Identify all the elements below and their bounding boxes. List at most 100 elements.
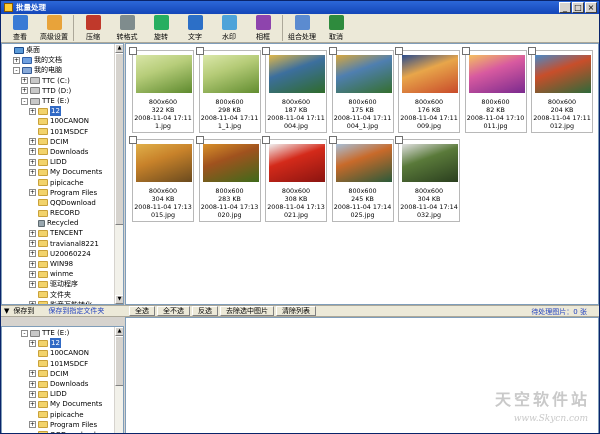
thumbnail-card[interactable]: 800x600 204 KB 2008-11-04 17:11 012.jpg <box>528 47 593 133</box>
tree-item[interactable]: + DCIM <box>5 369 123 379</box>
thumbnail-checkbox[interactable] <box>395 47 403 55</box>
thumbnail-card[interactable]: 800x600 175 KB 2008-11-04 17:11 004_1.jpg <box>328 47 394 133</box>
scroll-up-arrow-icon[interactable]: ▲ <box>115 44 123 53</box>
tree-item[interactable]: + winme <box>5 269 123 279</box>
tree-item[interactable]: +12 <box>5 106 123 117</box>
action-button-1[interactable]: 全不选 <box>157 306 190 316</box>
action-button-2[interactable]: 反选 <box>192 306 218 316</box>
tree-item[interactable]: 文件夹 <box>5 290 123 300</box>
expand-icon[interactable]: + <box>29 229 36 237</box>
expand-icon[interactable]: + <box>29 168 36 176</box>
thumbnail-checkbox[interactable] <box>461 47 470 55</box>
tree-item[interactable]: QQDownload <box>5 430 123 433</box>
tree-item[interactable]: - TTE (E:) <box>5 328 123 338</box>
tree-item[interactable]: pipicache <box>5 177 123 187</box>
tree-item[interactable]: 桌面 <box>5 45 123 55</box>
thumbnail-card[interactable]: 800x600 304 KB 2008-11-04 17:13 015.jpg <box>129 136 194 222</box>
tree-item[interactable]: + 我的文档 <box>5 55 123 65</box>
expand-icon[interactable]: + <box>29 158 36 166</box>
expand-icon[interactable]: + <box>29 380 36 388</box>
tree-item[interactable]: + TTC (C:) <box>5 76 123 86</box>
close-button[interactable]: × <box>585 2 597 13</box>
expand-icon[interactable]: + <box>29 280 36 288</box>
tree-item[interactable]: + travianal8221 <box>5 239 123 249</box>
tree-item[interactable]: + Program Files <box>5 188 123 198</box>
toolbar-button-5[interactable]: 文字 <box>178 14 212 42</box>
tree-item[interactable]: + Downloads <box>5 379 123 389</box>
thumbnail-checkbox[interactable] <box>129 47 137 55</box>
thumbnail-card[interactable]: 800x600 245 KB 2008-11-04 17:14 025.jpg <box>328 136 394 222</box>
tree-item[interactable]: - 我的电脑 <box>5 65 123 75</box>
expand-icon[interactable]: + <box>13 56 20 64</box>
expand-icon[interactable]: + <box>29 138 36 146</box>
thumbnail-checkbox[interactable] <box>262 47 270 55</box>
expand-icon[interactable]: + <box>29 370 36 378</box>
expand-icon[interactable]: + <box>29 421 36 429</box>
toolbar-button-4[interactable]: 旋转 <box>144 14 178 42</box>
toolbar-button-8[interactable]: 组合处理 <box>285 14 319 42</box>
thumbnail-card[interactable]: 800x600 308 KB 2008-11-04 17:13 021.jpg <box>262 136 327 222</box>
tree-item[interactable]: + 驱动程序 <box>5 279 123 289</box>
expand-icon[interactable]: + <box>29 250 36 258</box>
expand-icon[interactable]: + <box>29 260 36 268</box>
tree-item[interactable]: + DCIM <box>5 137 123 147</box>
scroll-down-arrow-icon[interactable]: ▼ <box>115 295 123 304</box>
thumbnail-checkbox[interactable] <box>528 47 536 55</box>
collapse-icon[interactable]: - <box>21 329 28 337</box>
expand-icon[interactable]: + <box>29 339 36 347</box>
thumbnail-checkbox[interactable] <box>395 136 403 144</box>
save-to-folder-link[interactable]: 保存到指定文件夹 <box>48 306 104 316</box>
tree-item[interactable]: + LIDD <box>5 157 123 167</box>
tree-item[interactable]: +12 <box>5 338 123 349</box>
tree-item[interactable]: 100CANON <box>5 348 123 358</box>
thumbnail-card[interactable]: 800x600 187 KB 2008-11-04 17:11 004.jpg <box>262 47 327 133</box>
scrollbar-thumb[interactable] <box>115 336 123 386</box>
tree-vertical-scrollbar[interactable]: ▲ ▼ <box>114 44 123 304</box>
tree-item[interactable]: + My Documents <box>5 399 123 409</box>
toolbar-button-1[interactable]: 高级设置 <box>37 14 71 42</box>
tree-item[interactable]: + WIN98 <box>5 259 123 269</box>
expand-icon[interactable]: + <box>21 87 28 95</box>
thumbnail-checkbox[interactable] <box>129 136 137 144</box>
tree-item[interactable]: + TTD (D:) <box>5 86 123 96</box>
toolbar-button-7[interactable]: 相框 <box>246 14 280 42</box>
save-tree-vertical-scrollbar[interactable]: ▲ <box>114 327 123 433</box>
tree-item[interactable]: + TENCENT <box>5 228 123 238</box>
toolbar-button-9[interactable]: 取消 <box>319 14 353 42</box>
thumbnail-card[interactable]: 800x600 283 KB 2008-11-04 17:13 020.jpg <box>195 136 261 222</box>
toolbar-button-3[interactable]: 转格式 <box>110 14 144 42</box>
thumbnail-checkbox[interactable] <box>328 136 337 144</box>
collapse-triangle-icon[interactable]: ▼ <box>4 307 9 315</box>
expand-icon[interactable]: + <box>29 400 36 408</box>
expand-icon[interactable]: + <box>21 77 28 85</box>
tree-item[interactable]: + Program Files <box>5 420 123 430</box>
tree-item[interactable]: + Downloads <box>5 147 123 157</box>
tree-item[interactable]: 100CANON <box>5 116 123 126</box>
action-button-3[interactable]: 去除选中图片 <box>220 306 274 316</box>
scrollbar-thumb[interactable] <box>115 53 123 225</box>
thumbnail-card[interactable]: 800x600 176 KB 2008-11-04 17:11 009.jpg <box>395 47 460 133</box>
expand-icon[interactable]: + <box>29 148 36 156</box>
toolbar-button-2[interactable]: 压缩 <box>76 14 110 42</box>
thumbnail-checkbox[interactable] <box>262 136 270 144</box>
maximize-button[interactable]: □ <box>572 2 584 13</box>
expand-icon[interactable]: + <box>29 189 36 197</box>
thumbnail-card[interactable]: 800x600 322 KB 2008-11-04 17:11 1.jpg <box>129 47 194 133</box>
tree-item[interactable]: QQDownload <box>5 198 123 208</box>
collapse-icon[interactable]: - <box>21 97 28 105</box>
toolbar-button-6[interactable]: 水印 <box>212 14 246 42</box>
tree-item[interactable]: + LIDD <box>5 389 123 399</box>
tree-item[interactable]: 101MSDCF <box>5 127 123 137</box>
thumbnail-card[interactable]: 800x600 82 KB 2008-11-04 17:10 011.jpg <box>461 47 527 133</box>
tree-item[interactable]: Recycled <box>5 218 123 228</box>
tree-item[interactable]: RECORD <box>5 208 123 218</box>
thumbnail-checkbox[interactable] <box>195 47 204 55</box>
action-button-4[interactable]: 清除列表 <box>276 306 316 316</box>
collapse-icon[interactable]: - <box>13 66 20 74</box>
tree-item[interactable]: - TTE (E:) <box>5 96 123 106</box>
action-button-0[interactable]: 全选 <box>129 306 155 316</box>
thumbnail-checkbox[interactable] <box>195 136 204 144</box>
expand-icon[interactable]: + <box>29 240 36 248</box>
tree-item[interactable]: + U20060224 <box>5 249 123 259</box>
expand-icon[interactable]: + <box>29 107 36 115</box>
